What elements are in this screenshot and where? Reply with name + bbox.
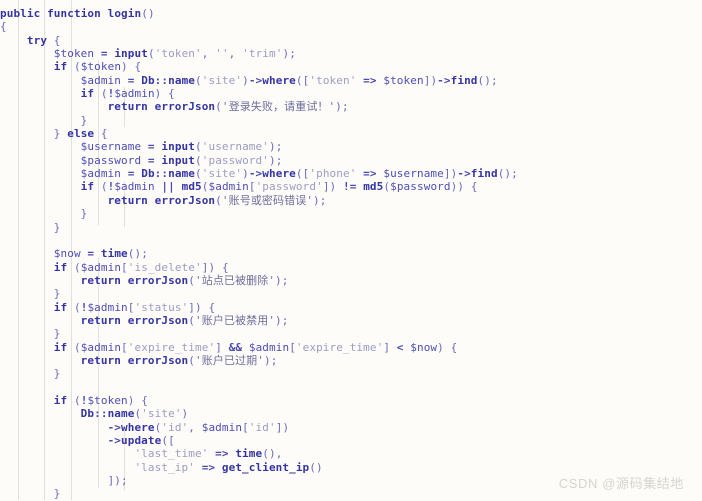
code-line: if (!$admin || md5($admin['password']) !… [80, 180, 478, 194]
code-line: return errorJson('账户已过期'); [80, 353, 278, 367]
code-line: $username = input('username'); [80, 140, 283, 154]
code-line: $password = input('password'); [80, 153, 283, 167]
code-line: ->update([ [107, 434, 175, 447]
code-listing: public function login(){ try { $token = … [0, 7, 702, 501]
code-line: ->where('id', $admin['id']) [107, 420, 290, 434]
code-line: public function login() [0, 7, 155, 20]
code-line: if ($admin['is_delete']) { [53, 260, 229, 274]
code-line: } else { [53, 127, 108, 141]
code-snippet-viewer[interactable]: public function login(){ try { $token = … [0, 0, 702, 500]
csdn-watermark: CSDN @源码集结地 [558, 476, 684, 491]
code-line: 'last_time' => time(), [134, 447, 283, 461]
code-line: if (!$token) { [53, 393, 148, 407]
code-line: } [53, 367, 61, 381]
code-line: return errorJson('站点已被删除'); [80, 273, 289, 287]
code-line: $now = time(); [53, 247, 148, 261]
code-line: if (!$admin['status']) { [53, 300, 216, 314]
code-line: try { [26, 33, 61, 47]
code-line: return errorJson('账号或密码错误'); [107, 193, 327, 207]
code-line: { [0, 20, 7, 34]
code-line: $admin = Db::name('site')->where(['phone… [80, 167, 518, 181]
code-line: return errorJson('登录失败，请重试！'); [107, 100, 349, 114]
code-line: if ($token) { [53, 60, 142, 74]
code-line: } [53, 287, 61, 301]
code-line: } [80, 113, 88, 127]
code-line: if ($admin['expire_time'] && $admin['exp… [53, 340, 458, 354]
code-line: $token = input('token', '', 'trim'); [53, 47, 296, 61]
code-line: $admin = Db::name('site')->where(['token… [80, 73, 498, 87]
code-line: return errorJson('账户已被禁用'); [80, 313, 289, 327]
code-line: } [80, 207, 88, 221]
code-line: } [53, 327, 61, 341]
code-line: } [53, 220, 61, 234]
code-line: Db::name('site') [80, 407, 189, 421]
code-line: if (!$admin) { [80, 87, 175, 101]
